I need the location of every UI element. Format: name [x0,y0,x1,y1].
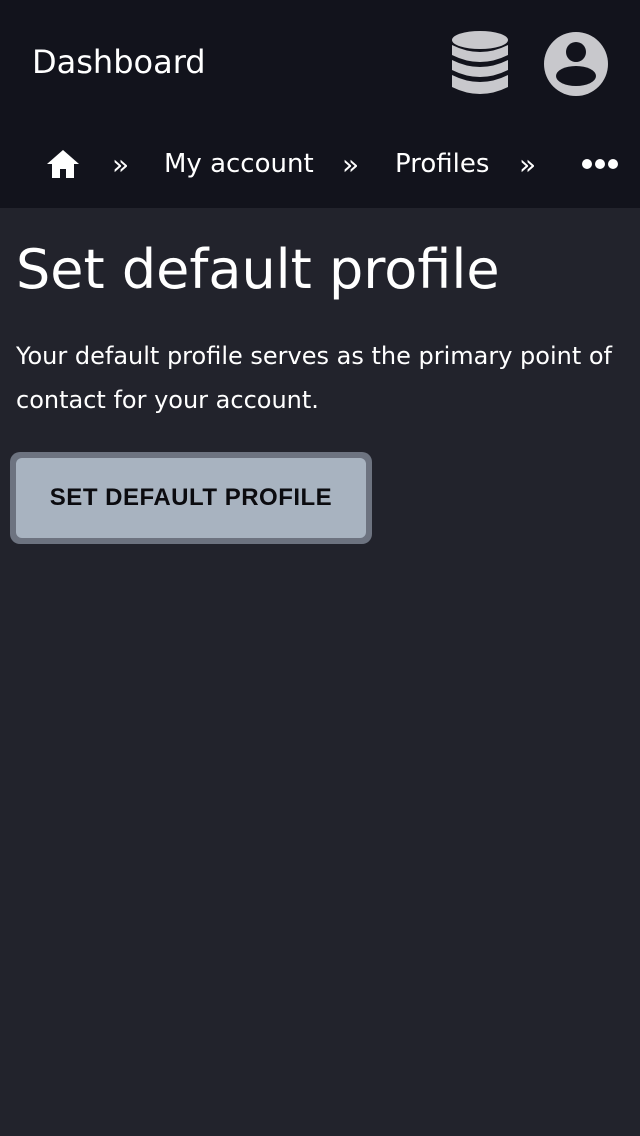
more-horizontal-icon [582,159,618,169]
account-button[interactable] [540,28,612,100]
home-icon [47,150,79,178]
top-bar: Dashboard [0,0,640,128]
breadcrumb: » My account » Profiles » [0,128,640,208]
set-default-profile-button[interactable]: SET DEFAULT PROFILE [10,452,372,544]
app-title-link[interactable]: Dashboard [32,42,206,82]
database-icon [452,31,508,94]
breadcrumb-separator: » [342,147,360,181]
breadcrumb-profiles[interactable]: Profiles [395,128,489,200]
app-header: Dashboard » My account » Profiles » [0,0,640,208]
breadcrumb-separator: » [112,147,130,181]
breadcrumb-home[interactable] [46,128,80,200]
breadcrumb-separator: » [519,147,537,181]
breadcrumb-my-account[interactable]: My account [164,128,314,200]
set-default-profile-button-label: SET DEFAULT PROFILE [16,458,366,538]
breadcrumb-overflow-button[interactable] [582,128,618,200]
database-button[interactable] [446,28,514,100]
page-title: Set default profile [16,238,500,301]
page-description: Your default profile serves as the prima… [16,342,612,414]
account-circle-icon [544,32,608,96]
